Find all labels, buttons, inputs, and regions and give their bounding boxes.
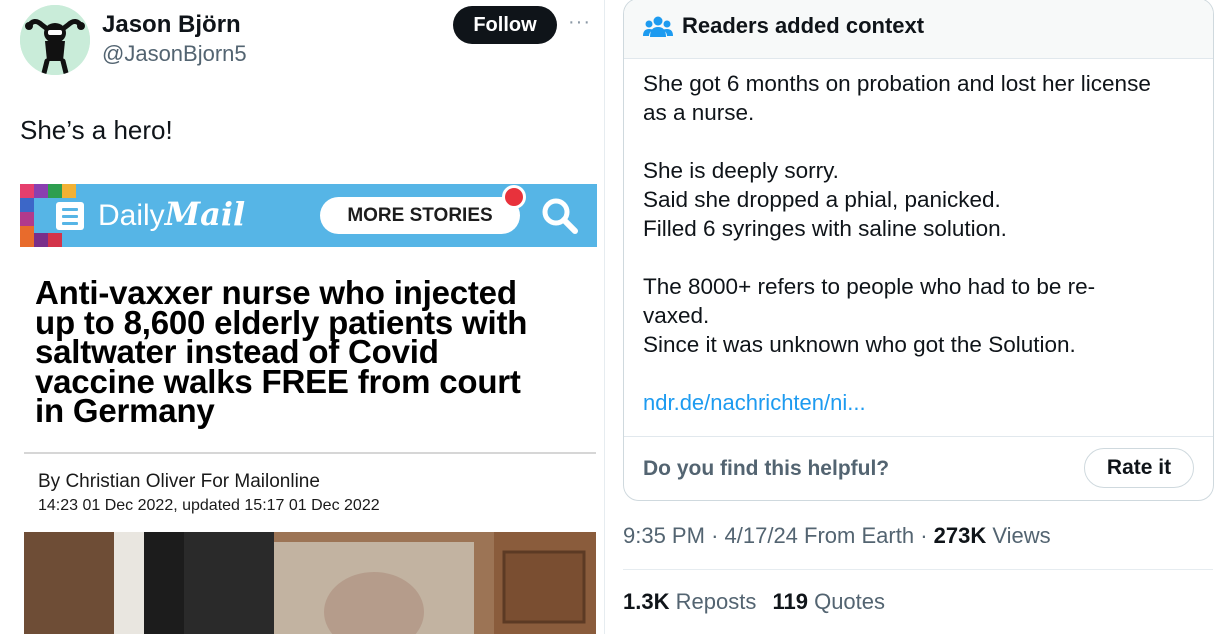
more-options-icon[interactable]: ···: [568, 10, 591, 34]
author-avatar[interactable]: [20, 5, 90, 75]
note-title: Readers added context: [682, 13, 925, 38]
tweet-date[interactable]: 4/17/24: [725, 523, 798, 548]
article-banner: DailyMail MORE STORIES: [20, 184, 597, 247]
tweet-source: From Earth: [804, 523, 915, 548]
rate-it-button[interactable]: Rate it: [1084, 448, 1194, 488]
note-source-link[interactable]: ndr.de/nachrichten/ni...: [643, 389, 866, 417]
helpful-question: Do you find this helpful?: [643, 457, 890, 480]
tweet-stats: 1.3K Reposts 119 Quotes: [623, 588, 895, 616]
column-divider: [604, 0, 605, 634]
people-icon: [643, 16, 673, 37]
author-handle[interactable]: @JasonBjorn5: [102, 40, 247, 68]
reposts-stat[interactable]: 1.3K Reposts: [623, 589, 762, 614]
article-dateline: 14:23 01 Dec 2022, updated 15:17 01 Dec …: [38, 497, 380, 514]
note-paragraph: The 8000+ refers to people who had to be…: [643, 274, 1096, 357]
daily-mail-logo: DailyMail: [98, 195, 246, 233]
tweet-meta: 9:35 PM · 4/17/24 From Earth · 273K View…: [623, 523, 1051, 548]
tweet-panel: Jason Björn @JasonBjorn5 Follow ··· She’…: [0, 0, 604, 634]
cartoon-figure-avatar-icon: [20, 5, 90, 75]
follow-button[interactable]: Follow: [453, 6, 557, 44]
note-paragraph: She got 6 months on probation and lost h…: [643, 71, 1151, 125]
quotes-stat[interactable]: 119 Quotes: [772, 589, 885, 614]
article-byline: By Christian Oliver For Mailonline: [38, 471, 320, 492]
article-photo: [24, 532, 596, 634]
views-count: 273K: [933, 523, 987, 548]
article-headline: Anti-vaxxer nurse who injected up to 8,6…: [35, 274, 528, 429]
tweet-text: She’s a hero!: [20, 115, 173, 145]
note-paragraph: She is deeply sorry. Said she dropped a …: [643, 158, 1007, 241]
meta-divider: [623, 569, 1213, 570]
more-stories-button: MORE STORIES: [320, 197, 520, 234]
notification-dot: [502, 185, 526, 209]
note-body: She got 6 months on probation and lost h…: [643, 69, 1203, 359]
tweet-time[interactable]: 9:35 PM: [623, 523, 705, 548]
note-footer-divider: [624, 436, 1213, 437]
community-note-card: Readers added context She got 6 months o…: [623, 0, 1214, 501]
note-header: Readers added context: [624, 0, 1213, 59]
hamburger-menu-icon: [56, 202, 84, 230]
search-icon: [542, 198, 578, 234]
article-divider: [24, 452, 596, 454]
author-name[interactable]: Jason Björn: [102, 10, 241, 40]
views-label: Views: [992, 523, 1051, 548]
